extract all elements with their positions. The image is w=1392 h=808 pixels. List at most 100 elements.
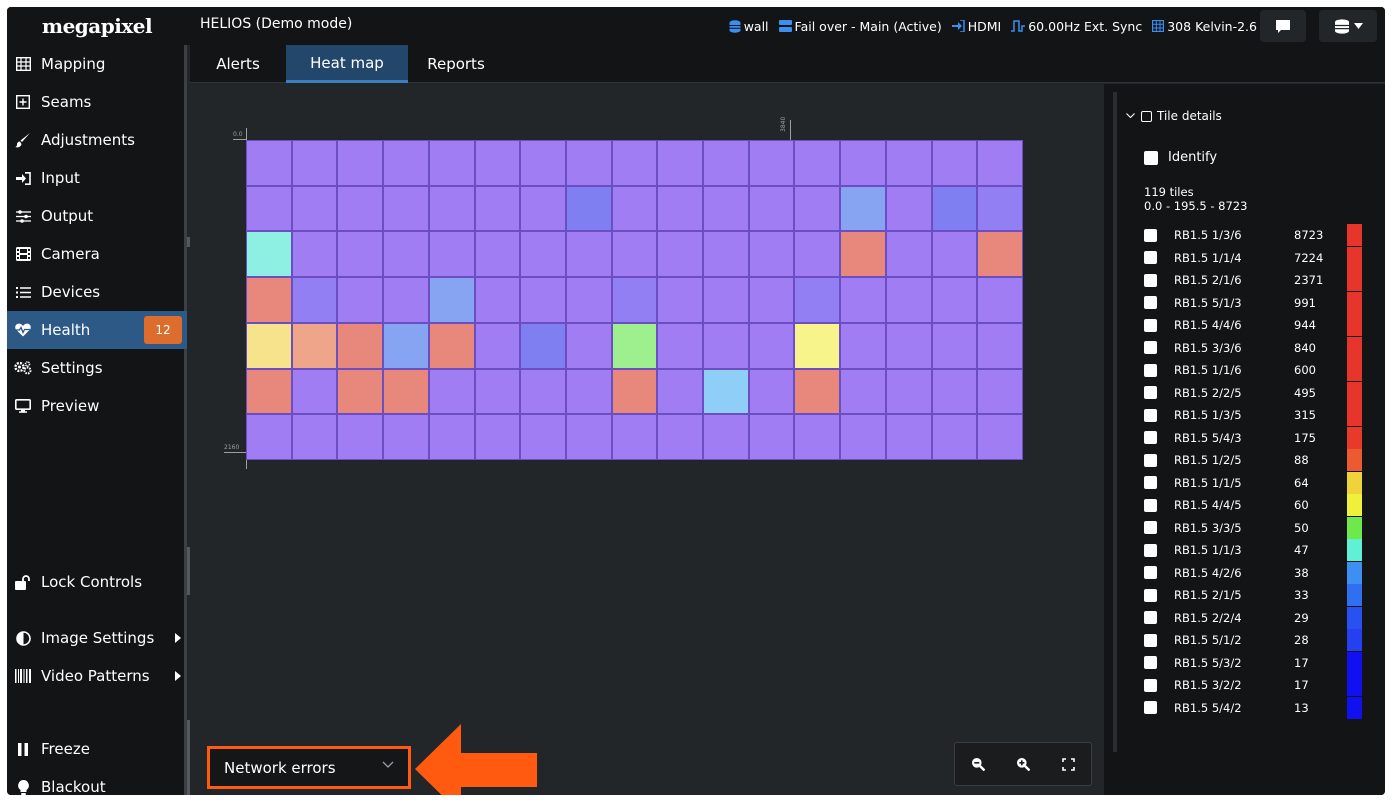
heatmap-tile[interactable] — [932, 141, 977, 185]
heatmap-tile[interactable] — [612, 141, 657, 185]
heatmap-tile[interactable] — [749, 141, 794, 185]
sidebar-item-camera[interactable]: Camera — [7, 235, 187, 273]
heatmap-tile[interactable] — [429, 278, 474, 322]
heatmap-tile[interactable] — [292, 323, 337, 368]
zoom-in-button[interactable] — [1000, 743, 1045, 785]
heatmap-tile[interactable] — [978, 278, 1022, 322]
tile-checkbox[interactable] — [1144, 453, 1157, 467]
tile-list-item[interactable]: RB1.5 5/4/3 175 — [1144, 426, 1374, 450]
tile-list-item[interactable]: RB1.5 1/1/3 47 — [1144, 539, 1374, 562]
tab-alerts[interactable]: Alerts — [190, 45, 286, 83]
tile-checkbox[interactable] — [1144, 611, 1157, 625]
tile-checkbox[interactable] — [1144, 498, 1157, 512]
tile-list-item[interactable]: RB1.5 1/1/6 600 — [1144, 359, 1374, 382]
heatmap-tile[interactable] — [795, 415, 840, 459]
heatmap-tile[interactable] — [658, 278, 703, 322]
heatmap-tile[interactable] — [475, 369, 520, 414]
tile-checkbox[interactable] — [1144, 656, 1157, 670]
heatmap-tile[interactable] — [521, 415, 565, 459]
heatmap-tile[interactable] — [566, 369, 611, 414]
sidebar-item-output[interactable]: Output — [7, 197, 187, 235]
tile-list-item[interactable]: RB1.5 1/2/5 88 — [1144, 449, 1374, 472]
status-input[interactable]: HDMI — [951, 19, 1001, 34]
heatmap-tile[interactable] — [795, 141, 840, 185]
heatmap-tile[interactable] — [338, 232, 383, 277]
tile-checkbox[interactable] — [1144, 588, 1157, 602]
heatmap-tile[interactable] — [795, 278, 840, 322]
heatmap-tile[interactable] — [749, 323, 794, 368]
tab-heat-map[interactable]: Heat map — [286, 45, 408, 83]
heatmap-tile[interactable] — [612, 186, 657, 231]
heatmap-tile[interactable] — [658, 369, 703, 414]
tile-list-item[interactable]: RB1.5 5/3/2 17 — [1144, 651, 1374, 675]
tile-checkbox[interactable] — [1144, 386, 1157, 400]
heatmap-tile[interactable] — [978, 415, 1022, 459]
heatmap-tile[interactable] — [612, 369, 657, 414]
heatmap-tile[interactable] — [978, 369, 1022, 414]
heatmap-tile[interactable] — [566, 278, 611, 322]
sidebar-item-adjustments[interactable]: Adjustments — [7, 121, 187, 159]
heatmap-tile[interactable] — [886, 323, 931, 368]
heatmap-tile[interactable] — [475, 232, 520, 277]
tile-list-item[interactable]: RB1.5 4/4/5 60 — [1144, 494, 1374, 517]
heatmap-tile[interactable] — [521, 186, 565, 231]
status-failover[interactable]: Fail over - Main (Active) — [778, 19, 942, 34]
heatmap-tile[interactable] — [521, 141, 565, 185]
lock-controls-button[interactable]: Lock Controls — [7, 563, 187, 601]
tile-details-checkbox[interactable] — [1141, 110, 1152, 122]
heatmap-tile[interactable] — [292, 232, 337, 277]
heatmap-tile[interactable] — [795, 323, 840, 368]
video-patterns-menu[interactable]: Video Patterns — [7, 657, 187, 695]
tile-list-item[interactable]: RB1.5 3/3/5 50 — [1144, 516, 1374, 540]
heatmap-tile[interactable] — [749, 232, 794, 277]
heatmap-tile[interactable] — [886, 141, 931, 185]
heatmap-tile[interactable] — [704, 186, 748, 231]
tile-list-item[interactable]: RB1.5 1/3/5 315 — [1144, 404, 1374, 427]
heatmap-tile[interactable] — [932, 186, 977, 231]
heatmap-tile[interactable] — [338, 415, 383, 459]
identify-checkbox[interactable] — [1144, 150, 1158, 165]
heatmap-tile[interactable] — [566, 415, 611, 459]
heatmap-tile[interactable] — [886, 415, 931, 459]
heatmap-tile[interactable] — [841, 415, 885, 459]
heatmap-tile[interactable] — [338, 141, 383, 185]
sidebar-item-settings[interactable]: Settings — [7, 349, 187, 387]
heatmap-tile[interactable] — [886, 369, 931, 414]
heatmap-tile[interactable] — [292, 141, 337, 185]
heatmap-tile[interactable] — [841, 232, 885, 277]
chat-button[interactable] — [1260, 10, 1306, 42]
heatmap-tile[interactable] — [841, 278, 885, 322]
heatmap-tile[interactable] — [704, 369, 748, 414]
heatmap-tile[interactable] — [292, 186, 337, 231]
tile-checkbox[interactable] — [1144, 521, 1157, 535]
sidebar-item-seams[interactable]: Seams — [7, 83, 187, 121]
tile-checkbox[interactable] — [1144, 476, 1157, 490]
tile-list-item[interactable]: RB1.5 2/2/4 29 — [1144, 606, 1374, 630]
heatmap-tile[interactable] — [521, 323, 565, 368]
tab-reports[interactable]: Reports — [408, 45, 504, 83]
heatmap-tile[interactable] — [338, 369, 383, 414]
heatmap-tile[interactable] — [247, 186, 291, 231]
heatmap-tile[interactable] — [841, 186, 885, 231]
heatmap-tile[interactable] — [612, 323, 657, 368]
heatmap-tile[interactable] — [247, 141, 291, 185]
tile-checkbox[interactable] — [1144, 296, 1157, 310]
heatmap-tile[interactable] — [566, 232, 611, 277]
heatmap-tile[interactable] — [795, 369, 840, 414]
tile-checkbox[interactable] — [1144, 408, 1157, 422]
tile-list-item[interactable]: RB1.5 4/4/6 944 — [1144, 314, 1374, 337]
sidebar-item-health[interactable]: Health 12 — [7, 311, 187, 349]
heatmap-tile[interactable] — [384, 232, 428, 277]
heatmap-tile[interactable] — [475, 278, 520, 322]
tile-list-item[interactable]: RB1.5 3/3/6 840 — [1144, 336, 1374, 360]
status-wall[interactable]: wall — [729, 19, 769, 34]
heatmap-tile[interactable] — [247, 278, 291, 322]
heatmap-tile[interactable] — [338, 186, 383, 231]
tile-list-item[interactable]: RB1.5 1/1/4 7224 — [1144, 246, 1374, 270]
heatmap-tile[interactable] — [658, 141, 703, 185]
heatmap-tile[interactable] — [978, 323, 1022, 368]
heatmap-tile[interactable] — [429, 141, 474, 185]
heatmap-tile[interactable] — [841, 369, 885, 414]
heatmap-tile[interactable] — [429, 232, 474, 277]
status-sync[interactable]: 60.00Hz Ext. Sync — [1011, 19, 1142, 34]
